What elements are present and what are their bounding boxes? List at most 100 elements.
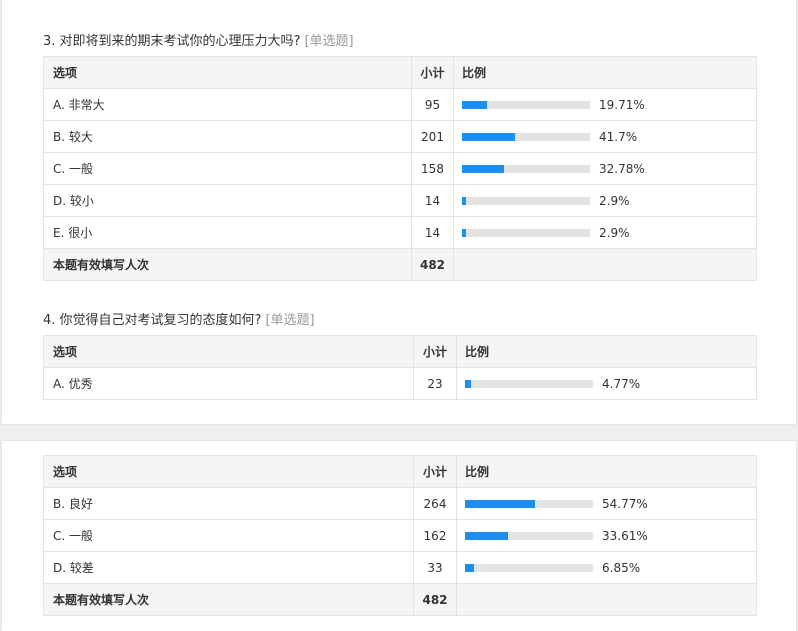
table-row: D. 较小 14 2.9% (43, 184, 757, 217)
ratio-bar-fill (462, 196, 466, 205)
header-option: 选项 (43, 455, 414, 488)
table-row: C. 一般 158 32.78% (43, 152, 757, 185)
ratio-bar: 33.61% (465, 529, 756, 543)
option-ratio: 2.9% (453, 184, 757, 217)
ratio-bar-fill (465, 531, 509, 540)
option-label: A. 非常大 (43, 88, 412, 121)
option-count: 201 (411, 120, 454, 153)
header-ratio: 比例 (456, 455, 757, 488)
total-label: 本题有效填写人次 (43, 248, 412, 281)
option-count: 264 (413, 487, 457, 520)
ratio-percent: 19.71% (599, 97, 645, 112)
table-row: B. 良好 264 54.77% (43, 487, 757, 520)
ratio-bar-track (462, 164, 590, 173)
question-4-text: 4. 你觉得自己对考试复习的态度如何? (43, 313, 262, 328)
option-count: 162 (413, 519, 457, 552)
ratio-bar: 6.85% (465, 561, 756, 575)
ratio-bar-track (465, 379, 593, 388)
ratio-bar-track (465, 563, 593, 572)
option-ratio: 2.9% (453, 216, 757, 249)
table-row: D. 较差 33 6.85% (43, 551, 757, 584)
ratio-bar: 2.9% (462, 194, 756, 208)
question-4-table-part-1: 选项 小计 比例 A. 优秀 23 4.77% (43, 335, 757, 400)
question-3-type: [单选题] (304, 34, 354, 49)
table-row: A. 优秀 23 4.77% (43, 367, 757, 400)
ratio-bar-fill (462, 164, 504, 173)
report-page-1: 3. 对即将到来的期末考试你的心理压力大吗? [单选题] 选项 小计 比例 A. … (2, 0, 796, 424)
option-label: C. 一般 (43, 152, 412, 185)
question-3-table: 选项 小计 比例 A. 非常大 95 19.71% B. 较大 201 41.7% C. 一… (43, 56, 757, 281)
ratio-bar-fill (462, 228, 466, 237)
table-row: C. 一般 162 33.61% (43, 519, 757, 552)
table-row: E. 很小 14 2.9% (43, 216, 757, 249)
header-ratio: 比例 (453, 56, 757, 89)
ratio-bar-fill (465, 499, 536, 508)
total-count: 482 (411, 248, 454, 281)
option-ratio: 33.61% (456, 519, 757, 552)
option-count: 33 (413, 551, 457, 584)
header-option: 选项 (43, 335, 414, 368)
option-count: 14 (411, 216, 454, 249)
option-label: D. 较小 (43, 184, 412, 217)
ratio-bar: 4.77% (465, 377, 756, 391)
option-ratio: 54.77% (456, 487, 757, 520)
ratio-bar-track (462, 196, 590, 205)
table-header: 选项 小计 比例 (43, 56, 757, 89)
option-count: 14 (411, 184, 454, 217)
option-ratio: 6.85% (456, 551, 757, 584)
ratio-percent: 54.77% (602, 496, 648, 511)
table-row: A. 非常大 95 19.71% (43, 88, 757, 121)
total-count: 482 (413, 583, 457, 616)
ratio-bar: 41.7% (462, 130, 756, 144)
ratio-percent: 2.9% (599, 225, 630, 240)
ratio-bar-fill (465, 379, 472, 388)
ratio-bar: 19.71% (462, 98, 756, 112)
option-label: A. 优秀 (43, 367, 414, 400)
ratio-percent: 6.85% (602, 560, 641, 575)
total-row: 本题有效填写人次 482 (43, 583, 757, 616)
ratio-percent: 41.7% (599, 129, 638, 144)
option-count: 158 (411, 152, 454, 185)
ratio-bar: 54.77% (465, 497, 756, 511)
ratio-bar-track (465, 499, 593, 508)
ratio-bar: 32.78% (462, 162, 756, 176)
question-3-text: 3. 对即将到来的期末考试你的心理压力大吗? (43, 34, 301, 49)
option-count: 95 (411, 88, 454, 121)
table-row: B. 较大 201 41.7% (43, 120, 757, 153)
ratio-percent: 4.77% (602, 376, 641, 391)
total-empty (453, 248, 757, 281)
option-label: D. 较差 (43, 551, 414, 584)
table-header: 选项 小计 比例 (43, 455, 757, 488)
header-ratio: 比例 (456, 335, 757, 368)
ratio-bar-fill (462, 100, 488, 109)
question-4-table-part-2: 选项 小计 比例 B. 良好 264 54.77% C. 一般 162 33.61% D. … (43, 455, 757, 616)
ratio-percent: 32.78% (599, 161, 645, 176)
question-3-title: 3. 对即将到来的期末考试你的心理压力大吗? [单选题] (43, 30, 354, 49)
ratio-bar: 2.9% (462, 226, 756, 240)
ratio-bar-fill (462, 132, 516, 141)
total-empty (456, 583, 757, 616)
option-label: B. 较大 (43, 120, 412, 153)
total-label: 本题有效填写人次 (43, 583, 414, 616)
option-ratio: 19.71% (453, 88, 757, 121)
ratio-percent: 33.61% (602, 528, 648, 543)
option-ratio: 32.78% (453, 152, 757, 185)
header-count: 小计 (413, 455, 457, 488)
option-ratio: 4.77% (456, 367, 757, 400)
question-4-type: [单选题] (265, 313, 315, 328)
option-count: 23 (413, 367, 457, 400)
table-header: 选项 小计 比例 (43, 335, 757, 368)
ratio-bar-track (462, 132, 590, 141)
ratio-bar-track (465, 531, 593, 540)
header-count: 小计 (411, 56, 454, 89)
total-row: 本题有效填写人次 482 (43, 248, 757, 281)
ratio-percent: 2.9% (599, 193, 630, 208)
report-page-2: 选项 小计 比例 B. 良好 264 54.77% C. 一般 162 33.61% D. … (2, 441, 796, 631)
question-4-title: 4. 你觉得自己对考试复习的态度如何? [单选题] (43, 309, 315, 328)
option-ratio: 41.7% (453, 120, 757, 153)
option-label: B. 良好 (43, 487, 414, 520)
header-count: 小计 (413, 335, 457, 368)
header-option: 选项 (43, 56, 412, 89)
option-label: C. 一般 (43, 519, 414, 552)
ratio-bar-track (462, 100, 590, 109)
